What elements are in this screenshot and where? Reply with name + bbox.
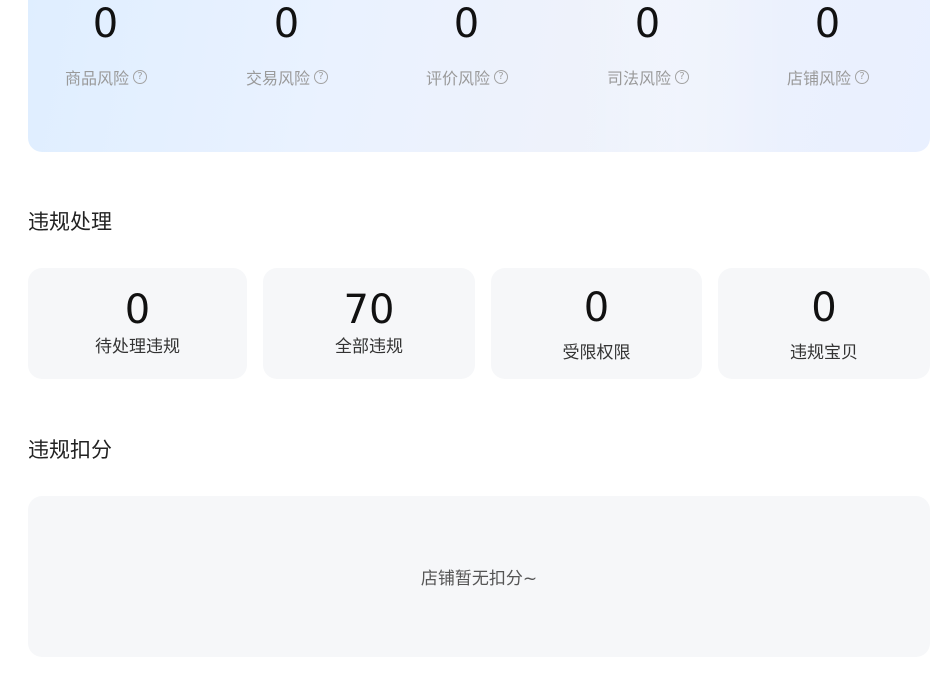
stat-card-all-violations[interactable]: 70 全部违规: [263, 268, 475, 379]
risk-label-row: 司法风险 ?: [607, 65, 689, 89]
risk-label: 店铺风险: [786, 69, 851, 88]
help-icon[interactable]: ?: [314, 70, 328, 84]
risk-value: 0: [453, 1, 481, 47]
risk-label: 商品风险: [64, 69, 129, 88]
deduction-empty-text: 店铺暂无扣分~: [420, 569, 538, 589]
risk-label: 评价风险: [425, 69, 490, 88]
risk-item-review[interactable]: 0 评价风险 ?: [387, 0, 547, 89]
stat-label: 待处理违规: [95, 337, 180, 357]
stat-label: 受限权限: [562, 343, 631, 363]
violation-section-title: 违规处理: [28, 210, 112, 234]
help-icon[interactable]: ?: [675, 70, 689, 84]
stat-card-violating-items[interactable]: 0 违规宝贝: [718, 268, 930, 379]
shop-health-page: 0 商品风险 ? 0 交易风险 ? 0 评价风险 ? 0 司法风险 ? 0 店铺…: [0, 0, 945, 685]
risk-item-product[interactable]: 0 商品风险 ?: [28, 0, 186, 89]
risk-label-row: 交易风险 ?: [246, 65, 328, 89]
risk-label-row: 商品风险 ?: [65, 65, 147, 89]
risk-label-row: 评价风险 ?: [426, 65, 508, 89]
risk-label: 司法风险: [606, 69, 671, 88]
deduction-empty-panel: 店铺暂无扣分~: [28, 496, 930, 657]
help-icon[interactable]: ?: [133, 70, 147, 84]
help-icon[interactable]: ?: [855, 70, 869, 84]
stat-value: 0: [811, 285, 837, 331]
help-icon[interactable]: ?: [494, 70, 508, 84]
deduction-section-title: 违规扣分: [28, 438, 112, 462]
stat-value: 0: [583, 285, 610, 331]
risk-label-row: 店铺风险 ?: [787, 65, 869, 89]
stat-value: 0: [124, 287, 151, 333]
risk-value: 0: [634, 1, 662, 47]
stat-card-restricted-permissions[interactable]: 0 受限权限: [491, 268, 702, 379]
risk-item-shop[interactable]: 0 店铺风险 ?: [748, 0, 908, 89]
risk-label: 交易风险: [245, 69, 310, 88]
stat-label: 全部违规: [335, 337, 403, 357]
risk-overview-panel: 0 商品风险 ? 0 交易风险 ? 0 评价风险 ? 0 司法风险 ? 0 店铺…: [28, 0, 930, 152]
risk-value: 0: [92, 1, 120, 47]
risk-item-judicial[interactable]: 0 司法风险 ?: [568, 0, 728, 89]
stat-card-pending-violations[interactable]: 0 待处理违规: [28, 268, 247, 379]
risk-value: 0: [273, 1, 301, 47]
risk-item-transaction[interactable]: 0 交易风险 ?: [207, 0, 367, 89]
stat-value: 70: [343, 287, 395, 333]
risk-value: 0: [814, 1, 842, 47]
stat-label: 违规宝贝: [790, 343, 858, 363]
